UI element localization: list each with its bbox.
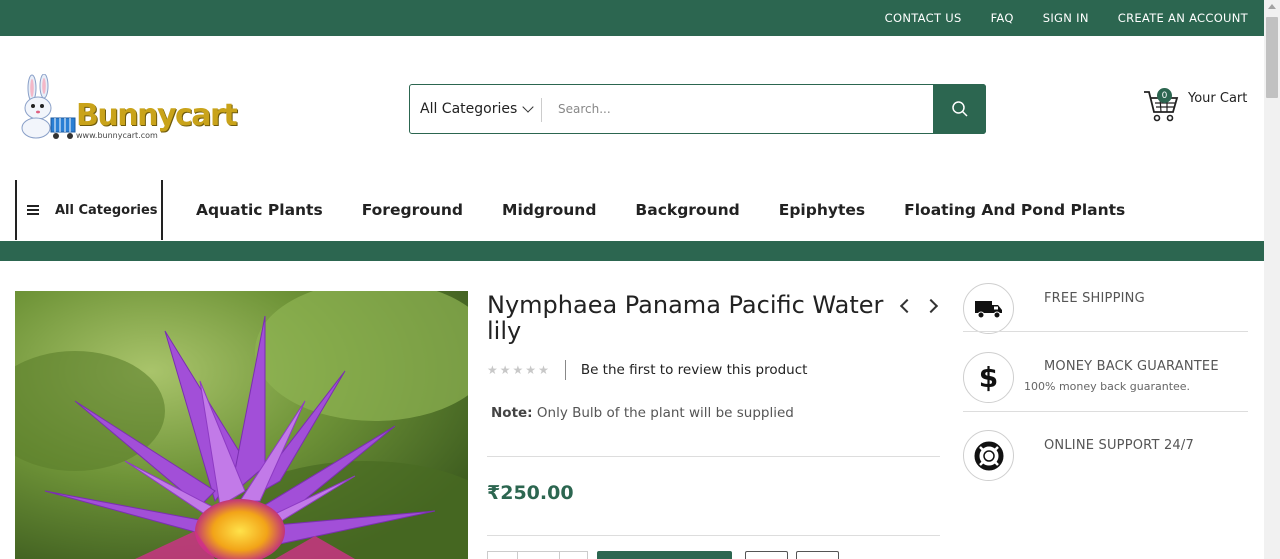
star-icon: ★	[525, 363, 537, 377]
nav-item-epiphytes[interactable]: Epiphytes	[779, 201, 865, 219]
wishlist-button[interactable]	[745, 551, 788, 559]
hamburger-icon	[27, 205, 39, 215]
nav-item-foreground[interactable]: Foreground	[362, 201, 463, 219]
quantity-stepper[interactable]	[487, 551, 588, 559]
nav-item-midground[interactable]: Midground	[502, 201, 596, 219]
product-image[interactable]	[15, 291, 468, 559]
page-scrollbar[interactable]	[1264, 0, 1280, 559]
product-title: Nymphaea Panama Pacific Water lily	[487, 291, 884, 345]
page: CONTACT US FAQ SIGN IN CREATE AN ACCOUNT	[0, 0, 1264, 559]
create-account-link[interactable]: CREATE AN ACCOUNT	[1118, 11, 1248, 25]
contact-us-link[interactable]: CONTACT US	[885, 11, 962, 25]
scroll-up-icon[interactable]	[1268, 4, 1276, 9]
lifebuoy-icon	[963, 430, 1014, 481]
sign-in-link[interactable]: SIGN IN	[1043, 11, 1089, 25]
cart-button[interactable]: 0 Your Cart	[1142, 86, 1252, 126]
rating-divider	[564, 360, 566, 380]
chevron-left-icon[interactable]	[899, 298, 915, 314]
compare-button[interactable]	[796, 551, 839, 559]
star-icon: ★	[487, 363, 498, 377]
truck-icon	[963, 283, 1014, 334]
scrollbar-thumb[interactable]	[1266, 17, 1278, 98]
nav-links: Aquatic Plants Foreground Midground Back…	[196, 180, 1125, 240]
product-price: ₹250.00	[487, 482, 574, 504]
top-links: CONTACT US FAQ SIGN IN CREATE AN ACCOUNT	[885, 0, 1248, 36]
divider	[487, 456, 940, 457]
chevron-down-icon	[522, 101, 534, 113]
logo-url-text: www.bunnycart.com	[76, 131, 158, 140]
chevron-right-icon[interactable]	[923, 298, 939, 314]
search-input[interactable]	[558, 95, 918, 123]
nav-green-band	[0, 241, 1264, 261]
nav-item-background[interactable]: Background	[635, 201, 739, 219]
nav-item-aquatic-plants[interactable]: Aquatic Plants	[196, 201, 323, 219]
star-icon: ★	[499, 363, 511, 377]
feature-free-shipping: FREE SHIPPING	[963, 283, 1248, 343]
product-note: Note: Only Bulb of the plant will be sup…	[491, 405, 794, 421]
search-bar: All Categories	[409, 84, 986, 134]
logo[interactable]: Bunnycart www.bunnycart.com	[18, 74, 238, 142]
rating-stars: ★ ★ ★ ★ ★	[487, 363, 549, 377]
add-to-cart-button[interactable]	[597, 551, 732, 559]
bunny-mascot-icon	[21, 74, 76, 139]
divider	[963, 331, 1248, 332]
faq-link[interactable]: FAQ	[991, 11, 1014, 25]
star-icon: ★	[512, 363, 524, 377]
top-bar: CONTACT US FAQ SIGN IN CREATE AN ACCOUNT	[0, 0, 1264, 36]
nav-item-floating-pond-plants[interactable]: Floating And Pond Plants	[904, 201, 1125, 219]
search-divider	[541, 98, 542, 122]
product-rating: ★ ★ ★ ★ ★ Be the first to review this pr…	[487, 360, 807, 380]
feature-title: MONEY BACK GUARANTEE	[1044, 359, 1219, 374]
divider	[487, 535, 940, 536]
quantity-decrement[interactable]	[488, 552, 518, 559]
feature-subtitle: 100% money back guarantee.	[1024, 380, 1191, 393]
all-categories-label: All Categories	[55, 202, 158, 218]
all-categories-menu[interactable]: All Categories	[15, 180, 163, 240]
water-lily-photo	[15, 291, 468, 559]
feature-online-support: ONLINE SUPPORT 24/7	[963, 430, 1248, 490]
feature-title: FREE SHIPPING	[1044, 291, 1145, 306]
star-icon: ★	[538, 363, 549, 377]
search-button[interactable]	[933, 84, 986, 134]
category-select-label: All Categories	[420, 101, 518, 117]
category-select[interactable]: All Categories	[420, 85, 534, 133]
logo-text: Bunnycart	[76, 98, 238, 133]
note-label: Note:	[491, 405, 533, 421]
quantity-field[interactable]	[518, 552, 560, 559]
feature-money-back: $ MONEY BACK GUARANTEE 100% money back g…	[963, 352, 1248, 412]
main-nav: All Categories Aquatic Plants Foreground…	[0, 180, 1264, 241]
dollar-icon: $	[963, 352, 1014, 403]
cart-count-badge: 0	[1157, 88, 1172, 103]
note-text: Only Bulb of the plant will be supplied	[532, 405, 794, 421]
product-pager	[898, 297, 939, 314]
cart-label: Your Cart	[1188, 91, 1248, 106]
search-icon	[951, 101, 968, 117]
feature-title: ONLINE SUPPORT 24/7	[1044, 438, 1194, 453]
divider	[963, 411, 1248, 412]
review-link[interactable]: Be the first to review this product	[581, 362, 808, 378]
